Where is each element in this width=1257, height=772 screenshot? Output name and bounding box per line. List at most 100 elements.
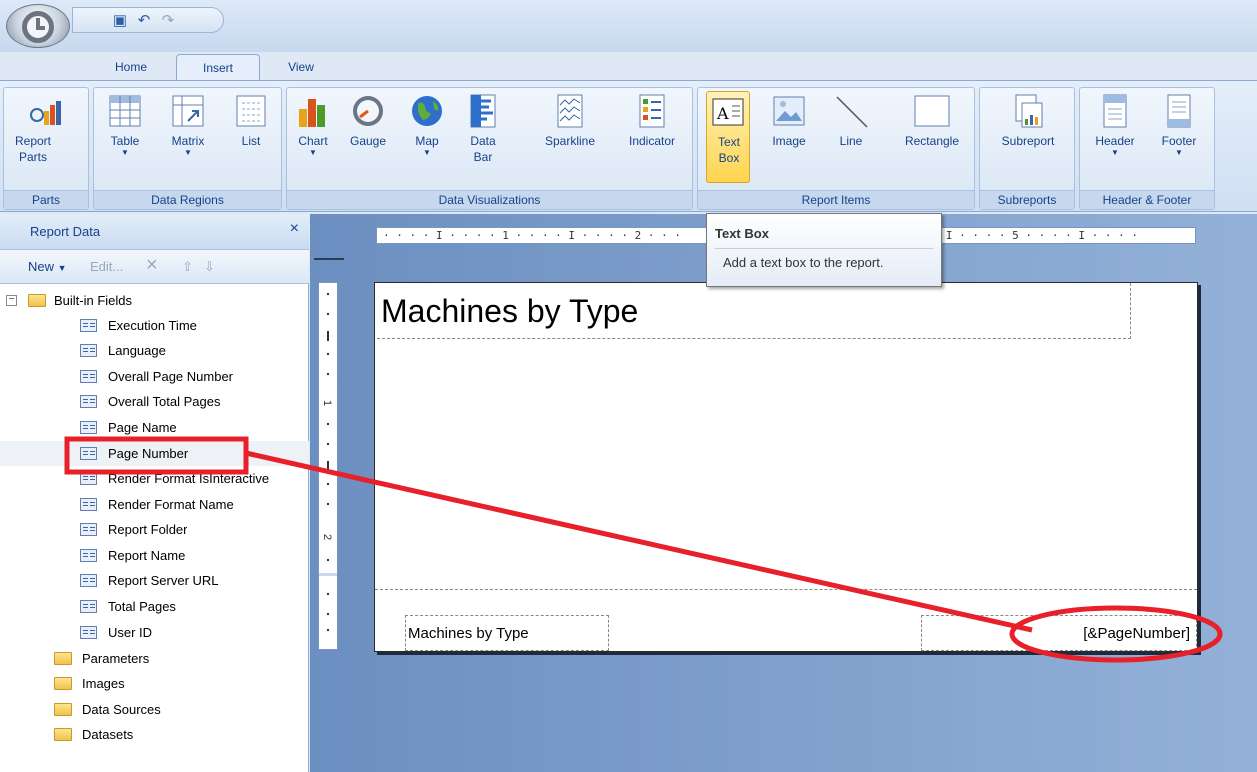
tab-insert[interactable]: Insert xyxy=(176,54,260,80)
title-text-box[interactable]: Machines by Type xyxy=(377,283,1131,339)
folder-icon xyxy=(54,652,72,665)
list-icon xyxy=(236,95,266,127)
indicator-icon xyxy=(639,94,665,128)
footer-page-number-text-box[interactable]: [&PageNumber] xyxy=(921,615,1197,651)
field-icon xyxy=(80,344,97,357)
tab-home[interactable]: Home xyxy=(96,54,166,80)
tree-field-report-folder[interactable]: Report Folder xyxy=(0,517,309,542)
footer-button[interactable]: Footer ▼ xyxy=(1150,91,1208,189)
move-up-icon[interactable]: ⇧ xyxy=(182,259,193,275)
report-page[interactable]: Machines by Type Machines by Type [&Page… xyxy=(374,282,1198,652)
tree-item-label: Page Name xyxy=(108,420,177,435)
table-button[interactable]: Table ▼ xyxy=(100,91,150,189)
page-footer-divider xyxy=(375,589,1197,590)
chart-button[interactable]: Chart ▼ xyxy=(291,91,335,189)
tooltip-description: Add a text box to the report. xyxy=(723,255,884,270)
tab-view[interactable]: View xyxy=(276,54,326,80)
field-icon xyxy=(80,600,97,613)
text-box-button[interactable]: A Text Box xyxy=(706,91,750,183)
tree-field-execution-time[interactable]: Execution Time xyxy=(0,313,309,338)
tree-item-label: Datasets xyxy=(82,727,134,742)
tree-field-report-server-url[interactable]: Report Server URL xyxy=(0,568,309,593)
chevron-down-icon: ▼ xyxy=(423,148,431,157)
undo-icon[interactable]: ↶ xyxy=(135,12,153,30)
ruler-tick xyxy=(327,313,329,315)
tree-folder-data-sources[interactable]: Data Sources xyxy=(0,697,309,722)
tree-field-overall-page-number[interactable]: Overall Page Number xyxy=(0,364,309,389)
data-bar-icon xyxy=(470,94,496,128)
quick-access-toolbar: ▣ ↶ ↷ xyxy=(72,7,224,33)
tree-item-label: Overall Total Pages xyxy=(108,394,221,409)
map-button[interactable]: Map ▼ xyxy=(405,91,449,189)
gauge-button[interactable]: Gauge xyxy=(343,91,393,189)
chevron-down-icon: ▼ xyxy=(121,148,129,157)
line-button[interactable]: Line xyxy=(830,91,872,189)
matrix-icon xyxy=(172,95,204,127)
panel-header: Report Data × xyxy=(0,214,309,250)
tree-item-label: User ID xyxy=(108,625,153,640)
image-button[interactable]: Image xyxy=(764,91,814,189)
chevron-down-icon: ▼ xyxy=(309,148,317,157)
list-button[interactable]: List xyxy=(226,91,276,189)
text-box-label: Text Box xyxy=(717,135,740,165)
chart-icon xyxy=(299,99,325,127)
panel-title: Report Data xyxy=(30,224,101,239)
ruler-tick xyxy=(327,559,329,561)
line-icon xyxy=(836,96,868,128)
field-icon xyxy=(80,549,97,562)
field-icon xyxy=(80,498,97,511)
tree-field-report-name[interactable]: Report Name xyxy=(0,543,309,568)
tree-field-total-pages[interactable]: Total Pages xyxy=(0,594,309,619)
group-label-data-visualizations: Data Visualizations xyxy=(287,190,692,209)
tree-field-user-id[interactable]: User ID xyxy=(0,620,309,645)
report-parts-button[interactable]: Report Parts xyxy=(8,91,84,189)
image-icon xyxy=(773,96,805,126)
subreport-button[interactable]: Subreport xyxy=(986,91,1070,189)
redo-icon[interactable]: ↷ xyxy=(159,12,177,30)
table-icon xyxy=(109,95,141,127)
move-down-icon[interactable]: ⇩ xyxy=(204,259,215,275)
header-button[interactable]: Header ▼ xyxy=(1086,91,1144,189)
chevron-down-icon: ▼ xyxy=(1175,148,1183,157)
close-icon[interactable]: × xyxy=(290,220,299,238)
office-button[interactable] xyxy=(6,4,70,48)
collapse-icon[interactable]: − xyxy=(6,295,17,306)
tree-folder-parameters[interactable]: Parameters xyxy=(0,646,309,671)
tree-item-label: Render Format Name xyxy=(108,497,234,512)
ruler-tick xyxy=(327,331,329,341)
header-label: Header xyxy=(1095,134,1135,148)
svg-text:A: A xyxy=(716,104,729,123)
delete-icon[interactable]: × xyxy=(146,254,158,277)
matrix-button[interactable]: Matrix ▼ xyxy=(160,91,216,189)
new-menu-button[interactable]: New ▼ xyxy=(28,259,67,274)
ruler-tick xyxy=(327,613,329,615)
tree-item-label: Execution Time xyxy=(108,318,197,333)
tree-folder-built-in-fields[interactable]: − Built-in Fields xyxy=(0,288,309,313)
data-bar-button[interactable]: Data Bar xyxy=(461,91,505,189)
design-surface[interactable]: · · · · I · · · · 1 · · · · I · · · · 2 … xyxy=(310,214,1257,772)
save-icon[interactable]: ▣ xyxy=(111,12,129,30)
tree-field-page-number[interactable]: Page Number xyxy=(0,441,309,466)
tree-field-page-name[interactable]: Page Name xyxy=(0,415,309,440)
folder-icon xyxy=(54,728,72,741)
rectangle-button[interactable]: Rectangle xyxy=(894,91,970,189)
tree-folder-images[interactable]: Images xyxy=(0,671,309,696)
tree-folder-datasets[interactable]: Datasets xyxy=(0,722,309,747)
sparkline-button[interactable]: Sparkline xyxy=(533,91,607,189)
ribbon-group-parts: Report Parts Parts xyxy=(3,87,89,210)
tree-item-label: Language xyxy=(108,343,166,358)
edit-button[interactable]: Edit... xyxy=(90,259,123,274)
chevron-down-icon: ▼ xyxy=(184,148,192,157)
map-label: Map xyxy=(415,134,439,148)
tree-field-render-format-name[interactable]: Render Format Name xyxy=(0,492,309,517)
tree-field-render-format-isinteractive[interactable]: Render Format IsInteractive xyxy=(0,466,309,491)
indicator-button[interactable]: Indicator xyxy=(617,91,687,189)
ruler-mark: 2 xyxy=(321,533,334,541)
rectangle-label: Rectangle xyxy=(904,134,960,148)
tree-field-language[interactable]: Language xyxy=(0,338,309,363)
footer-title-text-box[interactable]: Machines by Type xyxy=(405,615,609,651)
ribbon: Report Parts Parts Table ▼ Matrix ▼ List… xyxy=(0,80,1257,212)
tree-item-label: Report Folder xyxy=(108,522,188,537)
tree-field-overall-total-pages[interactable]: Overall Total Pages xyxy=(0,389,309,414)
rectangle-icon xyxy=(914,95,950,127)
